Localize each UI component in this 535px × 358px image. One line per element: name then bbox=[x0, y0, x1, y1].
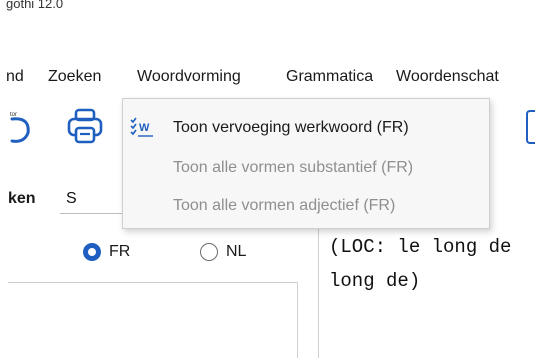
woordvorming-dropdown-menu: W Toon vervoeging werkwoord (FR) Toon al… bbox=[122, 98, 490, 229]
radio-nl-indicator bbox=[200, 243, 218, 261]
search-input[interactable] bbox=[60, 184, 122, 214]
toolbar-tool-icon[interactable]: tor bbox=[4, 105, 34, 145]
menu-item-toon-substantief: Toon alle vormen substantief (FR) bbox=[123, 151, 489, 185]
menu-bar: nd Zoeken Woordvorming Grammatica Woorde… bbox=[0, 63, 535, 93]
menu-item-woordenschat[interactable]: Woordenschat bbox=[396, 68, 499, 86]
printer-icon[interactable] bbox=[66, 106, 104, 146]
title-bar: gothi 12.0 bbox=[0, 0, 535, 40]
menu-item-label: Toon alle vormen adjectief (FR) bbox=[173, 197, 396, 214]
menu-item-label: Toon vervoeging werkwoord (FR) bbox=[173, 119, 409, 136]
menu-item-label: Toon alle vormen substantief (FR) bbox=[173, 159, 414, 176]
radio-nl-label: NL bbox=[226, 243, 247, 260]
tool-icon-badge: tor bbox=[10, 112, 17, 118]
search-button-label[interactable]: ken bbox=[8, 190, 36, 208]
menu-item-toon-adjectief: Toon alle vormen adjectief (FR) bbox=[123, 189, 489, 223]
radio-fr-selected-indicator bbox=[83, 243, 101, 261]
menu-item-bestand[interactable]: nd bbox=[6, 68, 24, 86]
window-title: gothi 12.0 bbox=[6, 0, 64, 11]
results-list[interactable] bbox=[8, 282, 298, 358]
verb-conjugation-icon: W bbox=[129, 115, 155, 139]
result-line-2: long de) bbox=[329, 270, 421, 292]
radio-fr-label: FR bbox=[109, 243, 131, 260]
toolbar-button-clipped[interactable] bbox=[526, 110, 535, 144]
svg-text:W: W bbox=[139, 122, 150, 134]
menu-item-grammatica[interactable]: Grammatica bbox=[286, 68, 373, 86]
result-panel: (LOC: le long de long de) bbox=[318, 222, 535, 358]
menu-item-woordvorming[interactable]: Woordvorming bbox=[137, 68, 241, 86]
result-line-1: (LOC: le long de bbox=[329, 236, 512, 258]
menu-item-toon-vervoeging[interactable]: W Toon vervoeging werkwoord (FR) bbox=[123, 111, 489, 145]
menu-item-zoeken[interactable]: Zoeken bbox=[48, 68, 101, 86]
